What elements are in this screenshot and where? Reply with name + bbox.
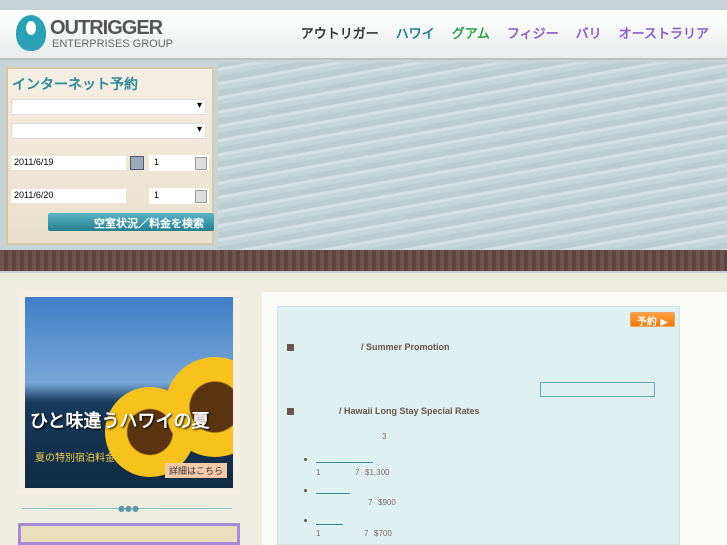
booking-panel: インターネット予約 2011/6/19 1 2011/6/20 1 空室状況／料…: [6, 67, 214, 245]
list-bullet: [304, 519, 307, 522]
plan-price: $700: [374, 529, 392, 538]
bullet-square-icon: [287, 408, 294, 415]
checkout-input[interactable]: 2011/6/20: [11, 189, 126, 203]
plan-price: $900: [378, 498, 396, 507]
main-nav: アウトリガー ハワイ グアム フィジー バリ オーストラリア: [301, 23, 709, 42]
content-panel: 予約 ▶ / Summer Promotion / Hawaii Long St…: [277, 306, 680, 545]
list-bullet: [304, 458, 307, 461]
plan-link[interactable]: [316, 493, 350, 494]
plan-days: 7: [355, 468, 360, 477]
plan-link[interactable]: [316, 462, 373, 463]
nav-hawaii[interactable]: ハワイ: [396, 23, 435, 42]
promo-link-box[interactable]: [540, 382, 655, 397]
plan-nights: 1: [316, 468, 321, 477]
destination-select[interactable]: [11, 99, 206, 115]
section-summer-promotion: / Summer Promotion: [361, 342, 450, 352]
calendar-icon[interactable]: [130, 156, 144, 170]
plan-nights: 1: [316, 529, 321, 538]
nav-fiji[interactable]: フィジー: [507, 23, 559, 42]
hotel-select[interactable]: [11, 123, 206, 139]
logo-subtitle: ENTERPRISES GROUP: [52, 38, 174, 50]
search-button[interactable]: 空室状況／料金を検索: [48, 213, 214, 231]
hero-banner: [218, 62, 727, 250]
promo-image: ひと味違うハワイの夏 夏の特別宿泊料金 詳細はこちら: [25, 297, 233, 488]
decorative-strip: [0, 250, 727, 272]
nav-bali[interactable]: バリ: [576, 23, 602, 42]
plan-days: 7: [364, 529, 369, 538]
divider-ornament: ●●●: [118, 504, 139, 513]
header: OUTRIGGER ENTERPRISES GROUP アウトリガー ハワイ グ…: [0, 10, 727, 60]
reserve-button[interactable]: 予約 ▶: [630, 312, 675, 328]
note-text: 3: [382, 432, 387, 441]
checkin-input[interactable]: 2011/6/19: [11, 156, 126, 170]
summer-promo-banner[interactable]: ひと味違うハワイの夏 夏の特別宿泊料金 詳細はこちら: [18, 290, 240, 495]
secondary-promo-banner[interactable]: [18, 523, 240, 545]
plan-link[interactable]: [316, 524, 343, 525]
guests-select[interactable]: 1: [149, 188, 209, 204]
plan-days: 7: [368, 498, 373, 507]
promo-title: ひと味違うハワイの夏: [30, 411, 210, 432]
logo-icon[interactable]: [16, 15, 46, 51]
nav-outrigger[interactable]: アウトリガー: [301, 23, 379, 42]
nav-australia[interactable]: オーストラリア: [619, 23, 709, 42]
promo-details-link[interactable]: 詳細はこちら: [164, 463, 227, 478]
section-long-stay: / Hawaii Long Stay Special Rates: [339, 406, 480, 416]
logo-name[interactable]: OUTRIGGER: [50, 17, 163, 40]
promo2-image: [21, 526, 237, 542]
plan-price: $1,300: [365, 468, 390, 477]
promo-subtitle: 夏の特別宿泊料金: [35, 453, 115, 464]
nav-guam[interactable]: グアム: [452, 23, 490, 42]
list-bullet: [304, 489, 307, 492]
booking-title: インターネット予約: [12, 77, 138, 93]
rooms-select[interactable]: 1: [149, 155, 209, 171]
bullet-square-icon: [287, 344, 294, 351]
